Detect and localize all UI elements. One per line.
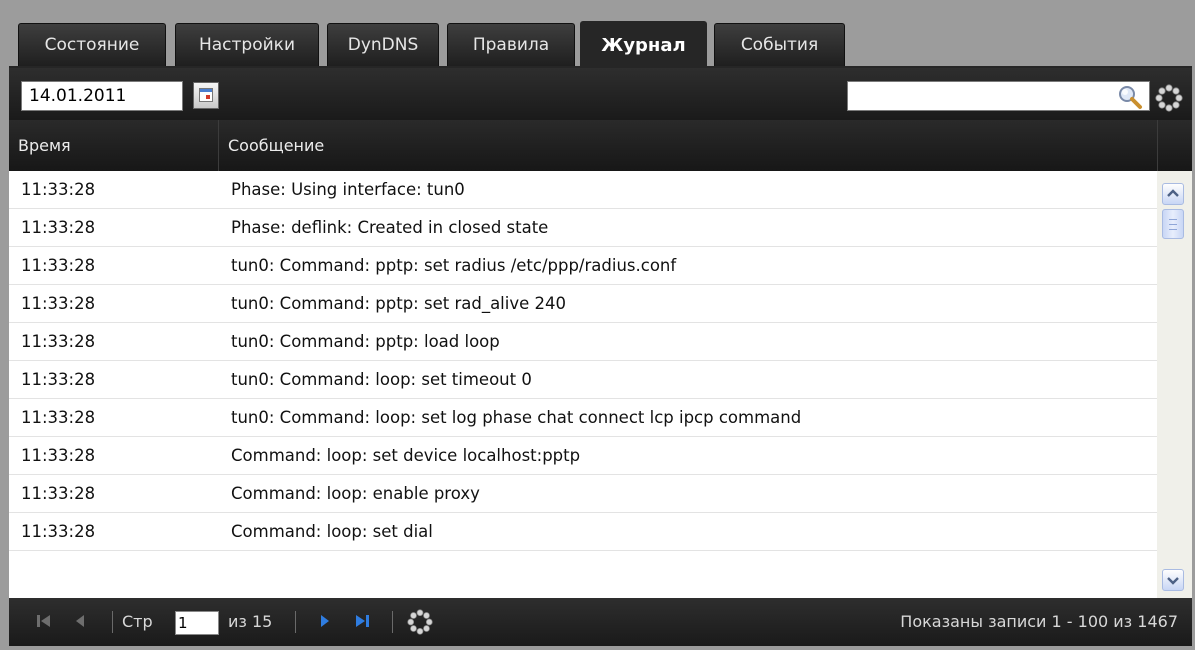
pager-divider [112, 611, 113, 633]
tab-label: События [740, 35, 819, 55]
table-row[interactable]: 11:33:28 Phase: Using interface: tun0 [9, 171, 1157, 209]
records-summary: Показаны записи 1 - 100 из 1467 [900, 612, 1178, 631]
message-cell: Command: loop: set dial [231, 522, 433, 541]
search-input[interactable] [847, 81, 1150, 111]
toolbar: 14.01.2011 [9, 68, 1192, 120]
table-row[interactable]: 11:33:28 tun0: Command: loop: set log pha… [9, 399, 1157, 437]
vertical-scrollbar[interactable] [1157, 171, 1192, 598]
tab-label: Настройки [198, 35, 295, 55]
time-cell: 11:33:28 [21, 332, 96, 351]
tab-dyndns[interactable]: DynDNS [327, 23, 439, 66]
scroll-up-button[interactable] [1162, 183, 1184, 205]
table-row[interactable]: 11:33:28 Phase: deflink: Created in close… [9, 209, 1157, 247]
calendar-button[interactable] [193, 82, 219, 109]
time-cell: 11:33:28 [21, 294, 96, 313]
last-page-icon[interactable] [353, 612, 371, 630]
tab-label: Состояние [44, 35, 140, 55]
message-cell: tun0: Command: pptp: set radius /etc/ppp… [231, 256, 677, 275]
page-number-input[interactable]: 1 [175, 611, 219, 635]
chevron-up-icon [1167, 189, 1179, 197]
table-row[interactable]: 11:33:28 tun0: Command: pptp: set rad_ali… [9, 285, 1157, 323]
pagination-bar: Стр 1 из 15 Показаны записи 1 - 100 из 1… [9, 598, 1192, 646]
pager-divider [392, 611, 393, 633]
table-row[interactable]: 11:33:28 tun0: Command: pptp: set radius … [9, 247, 1157, 285]
time-cell: 11:33:28 [21, 180, 96, 199]
grid-header: Время Сообщение [9, 120, 1192, 171]
tab-settings[interactable]: Настройки [175, 23, 319, 66]
refresh-icon[interactable] [1155, 84, 1183, 112]
table-row[interactable]: 11:33:28 Command: loop: set dial [9, 513, 1157, 551]
time-cell: 11:33:28 [21, 522, 96, 541]
time-cell: 11:33:28 [21, 256, 96, 275]
log-panel: Состояние Настройки DynDNS Правила Журна… [9, 9, 1192, 646]
message-cell: Phase: deflink: Created in closed state [231, 218, 549, 237]
tab-bar: Состояние Настройки DynDNS Правила Журна… [9, 9, 1192, 68]
message-cell: Command: loop: set device localhost:pptp [231, 446, 581, 465]
date-field[interactable]: 14.01.2011 [21, 81, 183, 111]
message-cell: tun0: Command: loop: set timeout 0 [231, 370, 532, 389]
tab-rules[interactable]: Правила [447, 23, 575, 66]
page-count: из 15 [228, 612, 273, 631]
message-cell: Command: loop: enable proxy [231, 484, 480, 503]
time-cell: 11:33:28 [21, 446, 96, 465]
tab-label: Журнал [601, 34, 686, 56]
message-cell: tun0: Command: loop: set log phase chat … [231, 408, 802, 427]
tab-events[interactable]: События [714, 23, 845, 66]
pager-divider [295, 611, 296, 633]
tab-label: DynDNS [347, 35, 419, 55]
message-cell: tun0: Command: pptp: load loop [231, 332, 500, 351]
table-row[interactable]: 11:33:28 tun0: Command: loop: set timeout… [9, 361, 1157, 399]
tab-status[interactable]: Состояние [18, 23, 166, 66]
scroll-thumb[interactable] [1162, 209, 1184, 239]
time-cell: 11:33:28 [21, 370, 96, 389]
time-cell: 11:33:28 [21, 408, 96, 427]
refresh-icon[interactable] [407, 609, 433, 635]
table-row[interactable]: 11:33:28 Command: loop: set device localh… [9, 437, 1157, 475]
table-row[interactable]: 11:33:28 tun0: Command: pptp: load loop [9, 323, 1157, 361]
page-label: Стр [122, 612, 153, 631]
table-row[interactable]: 11:33:28 Command: loop: enable proxy [9, 475, 1157, 513]
tab-journal[interactable]: Журнал [580, 21, 707, 68]
column-header-message[interactable]: Сообщение [219, 120, 1158, 171]
message-cell: Phase: Using interface: tun0 [231, 180, 465, 199]
time-cell: 11:33:28 [21, 484, 96, 503]
first-page-icon[interactable] [35, 612, 53, 630]
calendar-icon [199, 88, 213, 102]
scroll-down-button[interactable] [1162, 569, 1184, 591]
search-icon[interactable] [1117, 84, 1143, 110]
previous-page-icon[interactable] [71, 612, 89, 630]
column-header-time[interactable]: Время [9, 120, 219, 171]
chevron-down-icon [1167, 577, 1179, 585]
log-table-body: 11:33:28 Phase: Using interface: tun0 11:… [9, 171, 1157, 598]
tab-label: Правила [472, 35, 550, 55]
message-cell: tun0: Command: pptp: set rad_alive 240 [231, 294, 567, 313]
next-page-icon[interactable] [316, 612, 334, 630]
time-cell: 11:33:28 [21, 218, 96, 237]
